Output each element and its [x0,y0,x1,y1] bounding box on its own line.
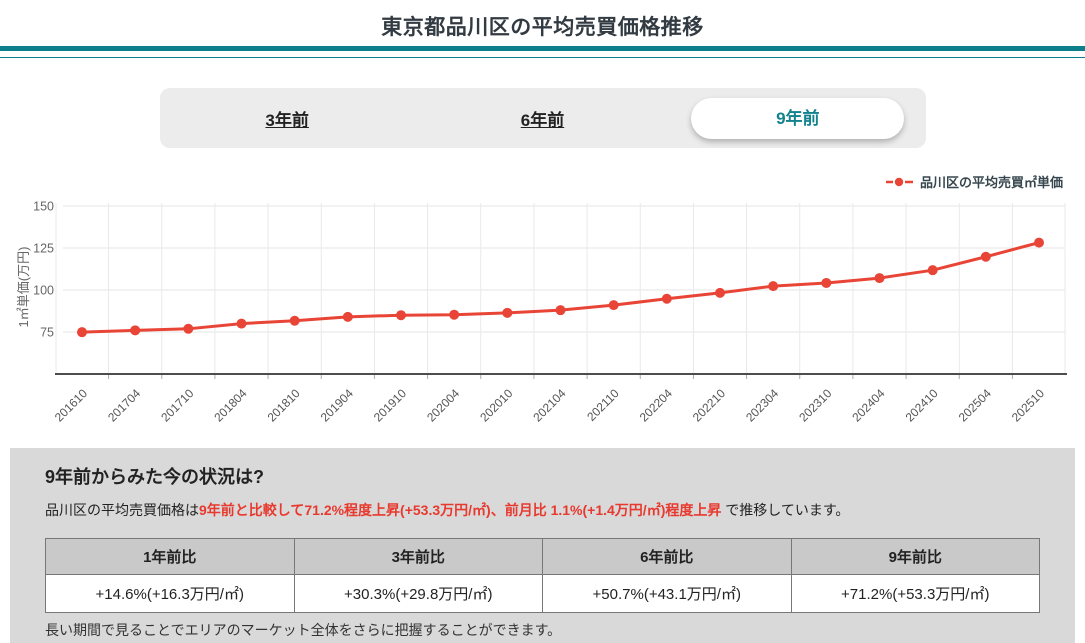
x-tick-label: 201710 [158,386,196,424]
data-point [555,305,566,316]
summary-text-prefix: 品川区の平均売買価格は [45,502,199,518]
x-tick-label: 202204 [637,386,675,424]
data-point [1034,237,1044,248]
value-3years: +30.3%(+29.8万円/㎡) [293,574,543,613]
page-header: 東京都品川区の平均売買価格推移 [0,0,1085,58]
y-axis-label: 1㎡単価(万円) [16,247,31,328]
divider-thick [0,46,1085,51]
x-tick-label: 201704 [105,386,143,424]
x-tick-label: 202404 [849,386,887,424]
x-tick-label: 202310 [796,386,834,424]
x-tick-label: 201610 [52,386,90,424]
x-tick-label: 201910 [371,386,409,424]
data-point [236,318,247,329]
y-tick-label: 150 [33,201,54,214]
data-point [927,265,938,276]
x-tick-label: 202504 [956,386,994,424]
y-tick-label: 75 [40,326,54,340]
summary-heading: 9年前からみた今の状況は? [45,467,265,487]
value-6years: +50.7%(+43.1万円/㎡) [542,574,792,613]
header-3years: 3年前比 [293,538,543,575]
legend-line-dot-icon [885,177,913,186]
data-point [449,309,460,320]
x-tick-label: 201804 [211,386,249,424]
divider-thin [0,57,1085,58]
legend-label: 品川区の平均売買㎡単価 [919,175,1063,190]
data-point [289,315,300,326]
data-point [768,281,779,292]
data-point [980,251,991,262]
x-tick-label: 202510 [1009,386,1047,424]
x-tick-label: 202410 [903,386,941,424]
comparison-table-value-row: +14.6%(+16.3万円/㎡) +30.3%(+29.8万円/㎡) +50.… [45,574,1040,613]
data-point [608,300,619,311]
price-chart-svg[interactable]: 75 100 125 150 201610 201704 201710 201804 20181… [15,200,1075,433]
header-6years: 6年前比 [542,538,792,575]
y-tick-label: 125 [33,242,54,256]
summary-panel: 9年前からみた今の状況は? 品川区の平均売買価格は9年前と比較して71.2%程度… [10,448,1075,643]
x-tick-label: 202010 [477,386,515,424]
page-title: 東京都品川区の平均売買価格推移 [381,16,704,39]
period-tab-bar: 3年前 6年前 9年前 [159,88,926,148]
tab-6years-label[interactable]: 6年前 [521,106,564,131]
tab-3years-label[interactable]: 3年前 [265,106,308,131]
price-chart: 75 100 125 150 201610 201704 201710 201804 20181… [15,200,1085,438]
tab-3years[interactable]: 3年前 [160,88,415,148]
price-line [80,241,1041,334]
data-point [874,273,885,284]
summary-text: 品川区の平均売買価格は9年前と比較して71.2%程度上昇(+53.3万円/㎡)、… [45,500,1040,520]
data-point [183,323,194,334]
comparison-table-header-row: 1年前比 3年前比 6年前比 9年前比 [45,538,1040,575]
x-tick-label: 202304 [743,386,781,424]
summary-text-highlight: 9年前と比較して71.2%程度上昇(+53.3万円/㎡)、前月比 1.1%(+1… [199,502,722,518]
header-9years: 9年前比 [790,538,1040,575]
x-tick-label: 201810 [265,386,303,424]
data-point [661,293,672,304]
y-tick-label: 100 [33,284,54,298]
data-point [130,325,141,336]
x-tick-label: 202104 [530,386,568,424]
tab-9years[interactable]: 9年前 [670,88,925,148]
value-9years: +71.2%(+53.3万円/㎡) [790,574,1040,613]
data-point [502,307,513,318]
data-point [77,327,87,338]
chart-legend: 品川区の平均売買㎡単価 [0,172,1063,191]
x-tick-label: 202210 [690,386,728,424]
data-point [396,310,406,321]
data-point [342,311,353,322]
value-1year: +14.6%(+16.3万円/㎡) [45,574,295,613]
panel-note: 長い期間で見ることでエリアのマーケット全体をさらに把握することができます。 [45,622,562,638]
comparison-table: 1年前比 3年前比 6年前比 9年前比 +14.6%(+16.3万円/㎡) +3… [45,538,1040,613]
x-tick-label: 201904 [318,386,356,424]
data-point [715,287,725,298]
tab-9years-selected[interactable]: 9年前 [691,97,905,139]
header-1year: 1年前比 [45,538,295,575]
x-tick-label: 202110 [584,386,622,424]
tab-6years[interactable]: 6年前 [415,88,670,148]
x-tick-label: 202004 [424,386,462,424]
summary-text-suffix: で推移しています。 [721,502,850,518]
data-point [821,277,832,288]
